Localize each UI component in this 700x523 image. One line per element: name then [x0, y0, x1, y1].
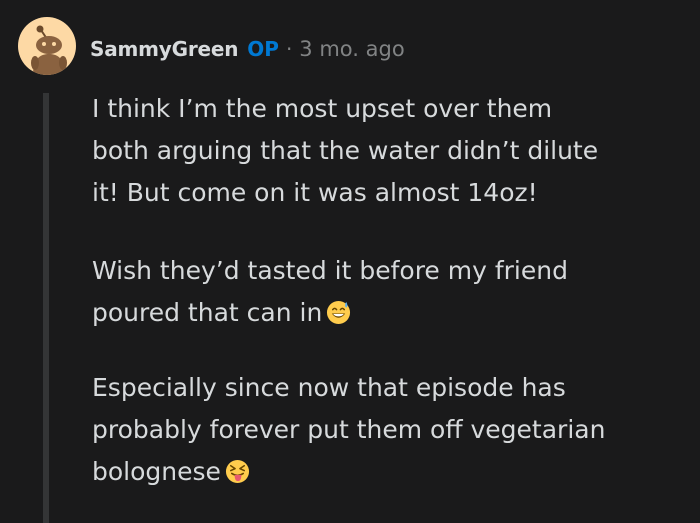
comment-paragraph-3: Especially since now that episode has pr… [92, 367, 605, 493]
comment: SammyGreen OP · 3 mo. ago I think I’m th… [0, 0, 700, 523]
paragraph-1-line-3: it! But come on it was almost 14oz! [92, 178, 538, 207]
comment-paragraph-1: I think I’m the most upset over them bot… [92, 88, 598, 214]
grinning-sweat-emoji-icon [327, 300, 351, 325]
paragraph-1-line-2: both arguing that the water didn’t dilut… [92, 136, 599, 165]
username-link[interactable]: SammyGreen [90, 37, 238, 61]
paragraph-2-line-2: poured that can in [92, 298, 323, 327]
paragraph-1-line-1: I think I’m the most upset over them [92, 94, 553, 123]
snoo-avatar-icon [31, 25, 67, 75]
paragraph-3-line-2: probably forever put them off vegetarian [92, 415, 606, 444]
comment-paragraph-2: Wish they’d tasted it before my friend p… [92, 250, 568, 334]
squinting-tongue-emoji-icon [225, 459, 249, 484]
op-badge: OP [247, 37, 279, 61]
user-avatar[interactable] [18, 17, 76, 75]
thread-collapse-line[interactable] [43, 93, 49, 523]
paragraph-3-line-3: bolognese [92, 457, 221, 486]
comment-timestamp[interactable]: 3 mo. ago [299, 37, 404, 61]
separator-dot: · [285, 37, 293, 61]
comment-header: SammyGreen OP · 3 mo. ago [90, 34, 405, 64]
paragraph-3-line-1: Especially since now that episode has [92, 373, 566, 402]
paragraph-2-line-1: Wish they’d tasted it before my friend [92, 256, 568, 285]
